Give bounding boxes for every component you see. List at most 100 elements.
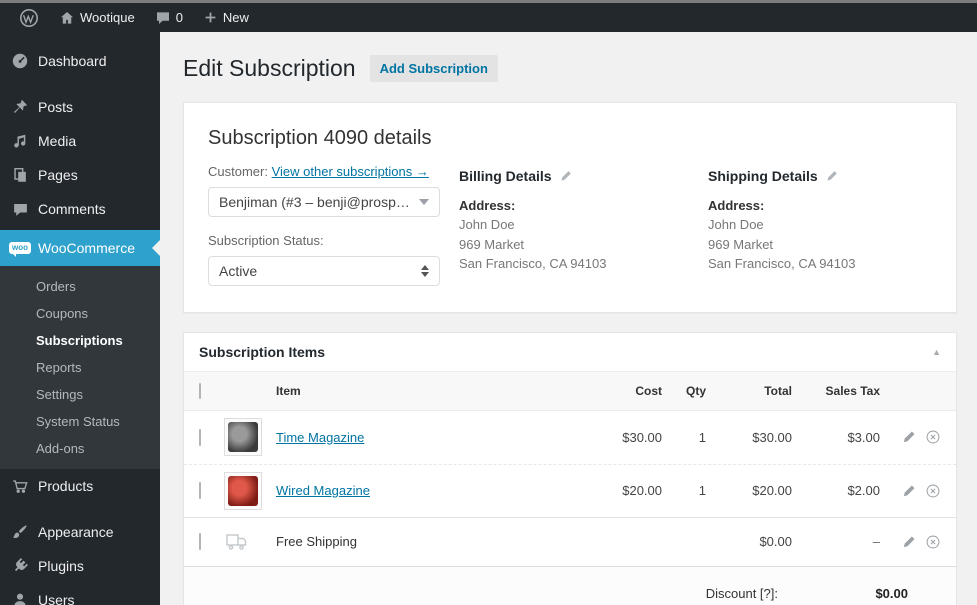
sidebar-item-label: Posts [38, 99, 74, 115]
sidebar-item-posts[interactable]: Posts [0, 90, 160, 124]
appearance-brush-icon [10, 522, 30, 542]
sidebar-item-woocommerce[interactable]: woo WooCommerce [0, 230, 160, 266]
new-label: New [222, 10, 249, 25]
delete-item-x-icon[interactable] [925, 429, 941, 445]
sidebar-item-coupons[interactable]: Coupons [0, 300, 160, 327]
sidebar-item-plugins[interactable]: Plugins [0, 549, 160, 583]
subscription-details-panel: Subscription 4090 details Customer: View… [183, 101, 957, 313]
delete-item-x-icon[interactable] [925, 483, 941, 499]
billing-column: Billing Details Address: John Doe 969 Ma… [459, 164, 708, 286]
product-link[interactable]: Wired Magazine [276, 483, 370, 498]
new-content-menu[interactable]: New [194, 3, 258, 32]
sidebar-item-comments[interactable]: Comments [0, 192, 160, 226]
row-checkbox[interactable] [199, 533, 201, 551]
sidebar-item-users[interactable]: Users [0, 583, 160, 605]
sidebar-item-label: WooCommerce [38, 240, 135, 256]
item-total: $20.00 [752, 483, 792, 499]
view-other-subscriptions-link[interactable]: View other subscriptions → [272, 164, 429, 179]
dashboard-icon [10, 51, 30, 71]
shipping-address-line: John Doe [708, 216, 764, 232]
sidebar-item-add-ons[interactable]: Add-ons [0, 435, 160, 462]
comments-icon [10, 199, 30, 219]
truck-icon [224, 530, 276, 554]
item-qty: 1 [698, 429, 706, 445]
sidebar-item-system-status[interactable]: System Status [0, 408, 160, 435]
admin-bar: Wootique 0 New [0, 3, 977, 32]
sidebar-item-orders[interactable]: Orders [0, 273, 160, 300]
wp-logo-button[interactable] [10, 3, 48, 32]
active-menu-arrow [152, 240, 160, 256]
item-cost: $30.00 [622, 429, 662, 445]
comments-menu[interactable]: 0 [146, 3, 192, 32]
site-name: Wootique [80, 10, 135, 25]
pages-icon [10, 165, 30, 185]
shipping-details-title: Shipping Details [708, 167, 818, 184]
content-area: Edit Subscription Add Subscription Subsc… [160, 32, 977, 605]
edit-billing-pencil-icon[interactable] [559, 169, 573, 183]
plugins-icon [10, 556, 30, 576]
column-header-qty: Qty [685, 383, 706, 398]
customer-select-value: Benjiman (#3 – benji@prosp… [219, 193, 410, 210]
sidebar-item-products[interactable]: Products [0, 469, 160, 503]
shipping-address-line: 969 Market [708, 236, 774, 252]
details-panel-title: Subscription 4090 details [208, 126, 432, 149]
status-select-value: Active [219, 262, 258, 279]
add-subscription-button[interactable]: Add Subscription [369, 55, 498, 83]
order-totals-section: Discount [?]: $0.00 Shipping [?]: $0.00 [184, 565, 956, 605]
screen: Wootique 0 New Dashboard Posts Media Pag… [0, 0, 977, 605]
sidebar-item-label: Plugins [38, 558, 84, 574]
item-total: $30.00 [752, 429, 792, 445]
status-select[interactable]: Active [208, 255, 440, 286]
users-icon [10, 590, 30, 605]
woocommerce-icon: woo [9, 238, 31, 258]
edit-item-pencil-icon[interactable] [901, 534, 917, 550]
status-label: Subscription Status: [208, 232, 324, 248]
product-thumbnail [224, 471, 262, 510]
totals-row: Discount [?]: $0.00 [184, 577, 956, 605]
column-header-tax: Sales Tax [825, 383, 880, 398]
items-table-header: Item Cost Qty Total Sales Tax [184, 371, 956, 411]
site-name-menu[interactable]: Wootique [50, 3, 144, 32]
items-panel-title: Subscription Items [199, 343, 326, 360]
sidebar-item-dashboard[interactable]: Dashboard [0, 44, 160, 78]
products-cart-icon [10, 476, 30, 496]
shipping-address-line: San Francisco, CA 94103 [708, 256, 856, 272]
sidebar-item-appearance[interactable]: Appearance [0, 515, 160, 549]
delete-item-x-icon[interactable] [925, 534, 941, 550]
home-icon [59, 10, 75, 26]
sidebar-item-media[interactable]: Media [0, 124, 160, 158]
sidebar-item-subscriptions[interactable]: Subscriptions [0, 327, 160, 354]
product-link[interactable]: Time Magazine [276, 430, 364, 445]
sidebar-item-settings[interactable]: Settings [0, 381, 160, 408]
billing-address-line: 969 Market [459, 236, 525, 252]
edit-item-pencil-icon[interactable] [901, 429, 917, 445]
sidebar-item-pages[interactable]: Pages [0, 158, 160, 192]
plus-icon [203, 10, 218, 25]
column-header-total: Total [764, 383, 792, 398]
sidebar-item-label: Products [38, 478, 94, 494]
shipping-address-label: Address: [708, 197, 765, 213]
item-cost: $20.00 [622, 483, 662, 499]
select-all-checkbox[interactable] [199, 382, 201, 399]
customer-select[interactable]: Benjiman (#3 – benji@prosp… [208, 186, 440, 217]
select-spinner-icon [421, 264, 429, 277]
sidebar-item-label: Appearance [38, 524, 114, 540]
sidebar-item-label: Users [38, 592, 75, 605]
row-checkbox[interactable] [199, 428, 201, 446]
edit-shipping-pencil-icon[interactable] [825, 169, 839, 183]
comment-count: 0 [175, 10, 183, 25]
column-header-cost: Cost [635, 383, 662, 398]
billing-details-title: Billing Details [459, 167, 552, 184]
product-thumbnail [224, 418, 262, 457]
row-checkbox[interactable] [199, 482, 201, 500]
edit-item-pencil-icon[interactable] [901, 483, 917, 499]
item-tax: $3.00 [847, 429, 880, 445]
billing-address-line: San Francisco, CA 94103 [459, 256, 607, 272]
shipping-tax: – [872, 534, 880, 550]
collapse-panel-arrow-icon[interactable]: ▲ [932, 347, 941, 357]
wordpress-icon [19, 8, 39, 28]
customer-label: Customer: [208, 163, 268, 179]
sidebar-item-reports[interactable]: Reports [0, 354, 160, 381]
sidebar-item-label: Media [38, 133, 77, 149]
item-qty: 1 [698, 483, 706, 499]
